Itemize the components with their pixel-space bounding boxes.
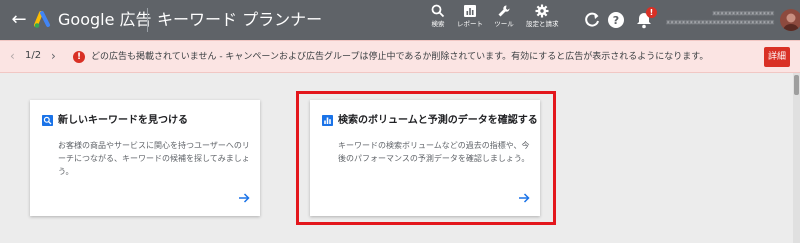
product-name[interactable]: Google 広告 (58, 10, 152, 30)
title-divider (147, 8, 148, 32)
error-icon: ! (73, 51, 85, 63)
chevron-left-icon[interactable]: ‹ (10, 49, 15, 63)
gear-icon (535, 4, 549, 18)
wrench-icon (498, 5, 510, 17)
settings-billing-label: 設定と請求 (526, 20, 559, 28)
arrow-right-icon[interactable] (238, 192, 250, 204)
page-title: キーワード プランナー (157, 10, 323, 29)
google-ads-logo-icon[interactable] (34, 11, 54, 29)
details-button[interactable]: 詳細 (764, 47, 790, 67)
report-tool-label: レポート (457, 20, 483, 28)
banner-page-indicator: 1/2 (25, 50, 42, 61)
account-info[interactable]: xxxxxxxxxxxxxxxx xxxxxxxxxxxxxxxxxxxxxxx… (666, 9, 774, 31)
notification-badge: ! (646, 7, 657, 18)
banner-message: どの広告も掲載されていません - キャンペーンおよび広告グループは停止中であるか… (91, 52, 709, 62)
chevron-right-icon[interactable]: › (51, 49, 56, 63)
scrollbar-thumb[interactable] (794, 75, 799, 95)
tools-label: ツール (494, 20, 514, 28)
report-icon (464, 5, 476, 17)
account-line-1: xxxxxxxxxxxxxxxx (712, 9, 774, 17)
search-icon (42, 115, 53, 126)
card-title: 新しいキーワードを見つける (58, 115, 188, 126)
search-icon (431, 4, 445, 18)
account-line-2: xxxxxxxxxxxxxxxxxxxxxxxxxxxx (666, 18, 774, 26)
highlight-box (296, 91, 556, 225)
report-tool-button[interactable]: レポート (456, 4, 484, 38)
svg-text:?: ? (613, 14, 619, 27)
search-tool-button[interactable]: 検索 (428, 4, 448, 38)
alert-banner: ‹ 1/2 › ! どの広告も掲載されていません - キャンペーンおよび広告グル… (0, 40, 800, 73)
find-keywords-card[interactable]: 新しいキーワードを見つける お客様の商品やサービスに関心を持つユーザーへのリーチ… (30, 100, 260, 216)
help-icon[interactable]: ? (606, 10, 626, 30)
vertical-scrollbar[interactable] (793, 73, 800, 243)
search-tool-label: 検索 (431, 20, 445, 28)
settings-billing-button[interactable]: 設定と請求 (526, 4, 559, 38)
avatar-image (783, 13, 799, 31)
avatar[interactable] (780, 9, 800, 31)
back-arrow-icon[interactable]: ← (8, 9, 30, 31)
card-description: お客様の商品やサービスに関心を持つユーザーへのリーチにつながる、キーワードの候補… (58, 141, 250, 176)
refresh-icon[interactable] (582, 10, 602, 30)
top-app-bar: ← Google 広告 キーワード プランナー 検索 レポート ツール 設定と請… (0, 0, 800, 40)
tools-button[interactable]: ツール (491, 4, 517, 38)
